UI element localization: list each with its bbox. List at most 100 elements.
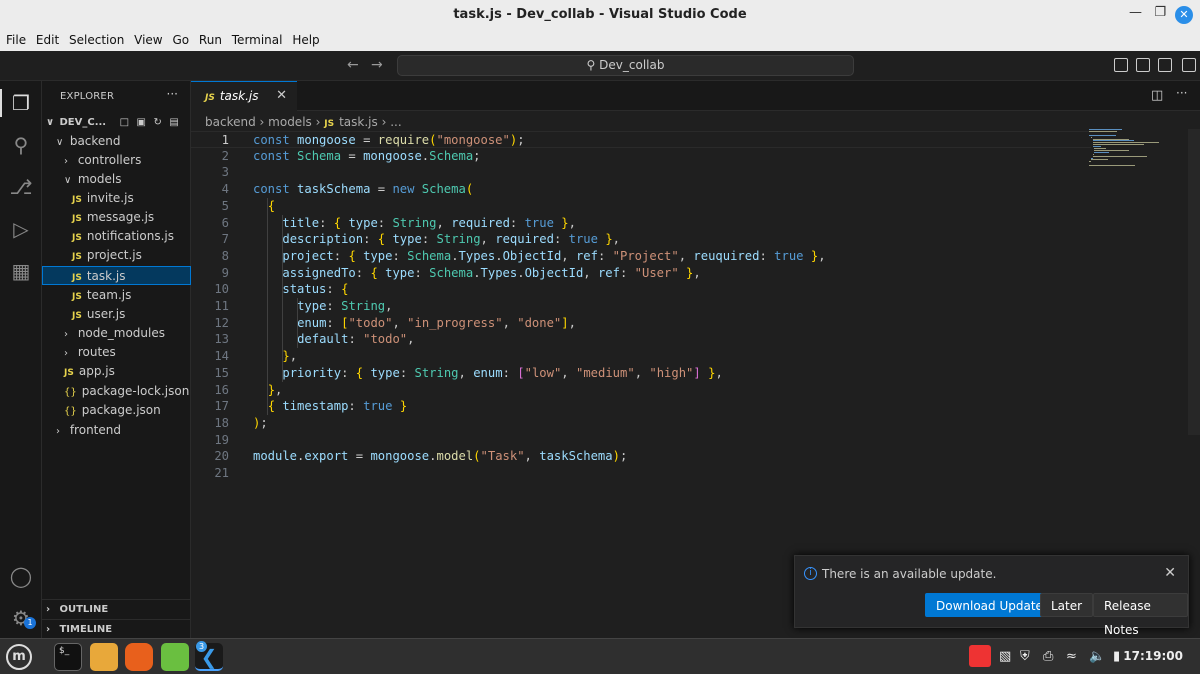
run-debug-icon[interactable]: ▷ <box>8 216 34 242</box>
later-button[interactable]: Later <box>1040 593 1094 617</box>
menu-selection[interactable]: Selection <box>63 30 124 47</box>
code-line[interactable]: 21 <box>191 465 1091 482</box>
tree-folder-backend[interactable]: ∨ backend <box>42 132 191 151</box>
minimize-icon[interactable]: — <box>1129 5 1142 20</box>
tree-file-project[interactable]: JS project.js <box>42 246 191 265</box>
search-icon[interactable]: ⚲ <box>8 132 34 158</box>
wifi-icon[interactable]: ≈ <box>1066 649 1077 664</box>
code-line[interactable]: 14 }, <box>191 348 1091 365</box>
files-folder-icon[interactable] <box>90 643 118 671</box>
tree-label: team.js <box>86 288 132 302</box>
tree-file-invite[interactable]: JS invite.js <box>42 189 191 208</box>
code-line[interactable]: 9 assignedTo: { type: Schema.Types.Objec… <box>191 265 1091 282</box>
tree-folder-node-modules[interactable]: › node_modules <box>42 324 191 343</box>
outline-section[interactable]: › OUTLINE <box>42 599 191 619</box>
code-line[interactable]: 6 title: { type: String, required: true … <box>191 215 1091 232</box>
code-line[interactable]: 13 default: "todo", <box>191 331 1091 348</box>
tree-folder-frontend[interactable]: › frontend <box>42 421 191 440</box>
menu-go[interactable]: Go <box>166 30 189 47</box>
clock[interactable]: 17:19:00 <box>1123 649 1183 663</box>
download-update-button[interactable]: Download Update <box>925 593 1054 617</box>
code-line[interactable]: 12 enum: ["todo", "in_progress", "done"]… <box>191 315 1091 332</box>
back-arrow-icon[interactable]: ← <box>347 57 359 73</box>
toggle-secondary-sidebar-icon[interactable] <box>1158 58 1172 72</box>
minimap[interactable] <box>1089 129 1179 169</box>
mint-menu-icon[interactable]: m <box>6 644 32 670</box>
code-line[interactable]: 5 { <box>191 198 1091 215</box>
close-notification-icon[interactable]: ✕ <box>1164 565 1176 581</box>
code-line[interactable]: 1 const mongoose = require("mongoose"); <box>191 131 1091 148</box>
firefox-icon[interactable] <box>125 643 153 671</box>
breadcrumb-item[interactable]: task.js <box>339 115 378 129</box>
shield-icon[interactable]: ⛨ <box>1020 649 1030 664</box>
command-center-search[interactable]: ⚲ Dev_collab <box>397 55 854 76</box>
menu-view[interactable]: View <box>128 30 162 47</box>
release-notes-button[interactable]: Release Notes <box>1093 593 1188 637</box>
code-line[interactable]: 7 description: { type: String, required:… <box>191 231 1091 248</box>
tree-file-team[interactable]: JS team.js <box>42 286 191 305</box>
tree-file-app[interactable]: JS app.js <box>42 362 191 381</box>
code-line[interactable]: 16 }, <box>191 382 1091 399</box>
code-line[interactable]: 15 priority: { type: String, enum: ["low… <box>191 365 1091 382</box>
customize-layout-icon[interactable] <box>1182 58 1196 72</box>
minimap-line <box>1089 134 1116 136</box>
tree-file-message[interactable]: JS message.js <box>42 208 191 227</box>
tab-task-js[interactable]: JS task.js ✕ <box>191 81 297 111</box>
anydesk-icon[interactable] <box>969 645 991 667</box>
code-line[interactable]: 19 <box>191 432 1091 449</box>
extensions-icon[interactable]: ▦ <box>8 258 34 284</box>
line-number: 1 <box>221 133 229 147</box>
tree-folder-models[interactable]: ∨ models <box>42 170 191 189</box>
code-line[interactable]: 4 const taskSchema = new Schema( <box>191 181 1091 198</box>
explorer-files-icon[interactable]: ❐ <box>8 90 34 116</box>
timeline-section[interactable]: › TIMELINE <box>42 619 191 639</box>
menu-terminal[interactable]: Terminal <box>226 30 283 47</box>
tree-file-user[interactable]: JS user.js <box>42 305 191 324</box>
close-tab-icon[interactable]: ✕ <box>276 82 287 110</box>
close-icon[interactable]: ✕ <box>1175 6 1193 24</box>
tree-file-notifications[interactable]: JS notifications.js <box>42 227 191 246</box>
code-line[interactable]: 10 status: { <box>191 281 1091 298</box>
menu-edit[interactable]: Edit <box>30 30 59 47</box>
code-line[interactable]: 11 type: String, <box>191 298 1091 315</box>
toggle-primary-sidebar-icon[interactable] <box>1114 58 1128 72</box>
mint-update-icon[interactable] <box>161 643 189 671</box>
info-icon: i <box>804 567 817 580</box>
clipboard-icon[interactable]: ▧ <box>999 649 1011 664</box>
code-line[interactable]: 20 module.export = mongoose.model("Task",… <box>191 448 1091 465</box>
tree-file-package[interactable]: {} package.json <box>42 401 191 420</box>
forward-arrow-icon[interactable]: → <box>371 57 383 73</box>
menu-run[interactable]: Run <box>193 30 222 47</box>
explorer-root[interactable]: ∨ DEV_C... □ ▣ ↻ ▤ <box>42 113 191 132</box>
printer-icon[interactable]: ⎙ <box>1043 649 1053 664</box>
tree-folder-controllers[interactable]: › controllers <box>42 151 191 170</box>
breadcrumb-item[interactable]: ... <box>390 115 401 129</box>
split-editor-icon[interactable]: ◫ <box>1151 88 1163 103</box>
collapse-all-icon[interactable]: ▤ <box>169 117 178 128</box>
tree-file-package-lock[interactable]: {} package-lock.json <box>42 382 191 401</box>
vertical-scrollbar[interactable] <box>1188 129 1200 435</box>
breadcrumb-item[interactable]: models <box>268 115 312 129</box>
menu-help[interactable]: Help <box>286 30 319 47</box>
maximize-icon[interactable]: ❐ <box>1154 5 1166 20</box>
more-actions-icon[interactable]: ··· <box>1176 86 1187 100</box>
menu-file[interactable]: File <box>0 30 26 47</box>
terminal-icon[interactable]: $_ <box>54 643 82 671</box>
battery-icon[interactable]: ▮ <box>1113 649 1120 664</box>
more-actions-icon[interactable]: ··· <box>167 87 178 101</box>
refresh-icon[interactable]: ↻ <box>153 117 161 128</box>
new-folder-icon[interactable]: ▣ <box>137 117 146 128</box>
new-file-icon[interactable]: □ <box>120 117 129 128</box>
code-line[interactable]: 17 { timestamp: true } <box>191 398 1091 415</box>
code-line[interactable]: 18); <box>191 415 1091 432</box>
tree-folder-routes[interactable]: › routes <box>42 343 191 362</box>
toggle-panel-icon[interactable] <box>1136 58 1150 72</box>
code-line[interactable]: 2 const Schema = mongoose.Schema; <box>191 148 1091 165</box>
accounts-icon[interactable]: ◯ <box>8 563 34 589</box>
source-control-icon[interactable]: ⎇ <box>8 174 34 200</box>
tree-file-task[interactable]: JS task.js <box>42 266 191 285</box>
code-line[interactable]: 3 <box>191 164 1091 181</box>
volume-icon[interactable]: 🔈 <box>1089 649 1105 664</box>
breadcrumb-item[interactable]: backend <box>205 115 256 129</box>
code-line[interactable]: 8 project: { type: Schema.Types.ObjectId… <box>191 248 1091 265</box>
